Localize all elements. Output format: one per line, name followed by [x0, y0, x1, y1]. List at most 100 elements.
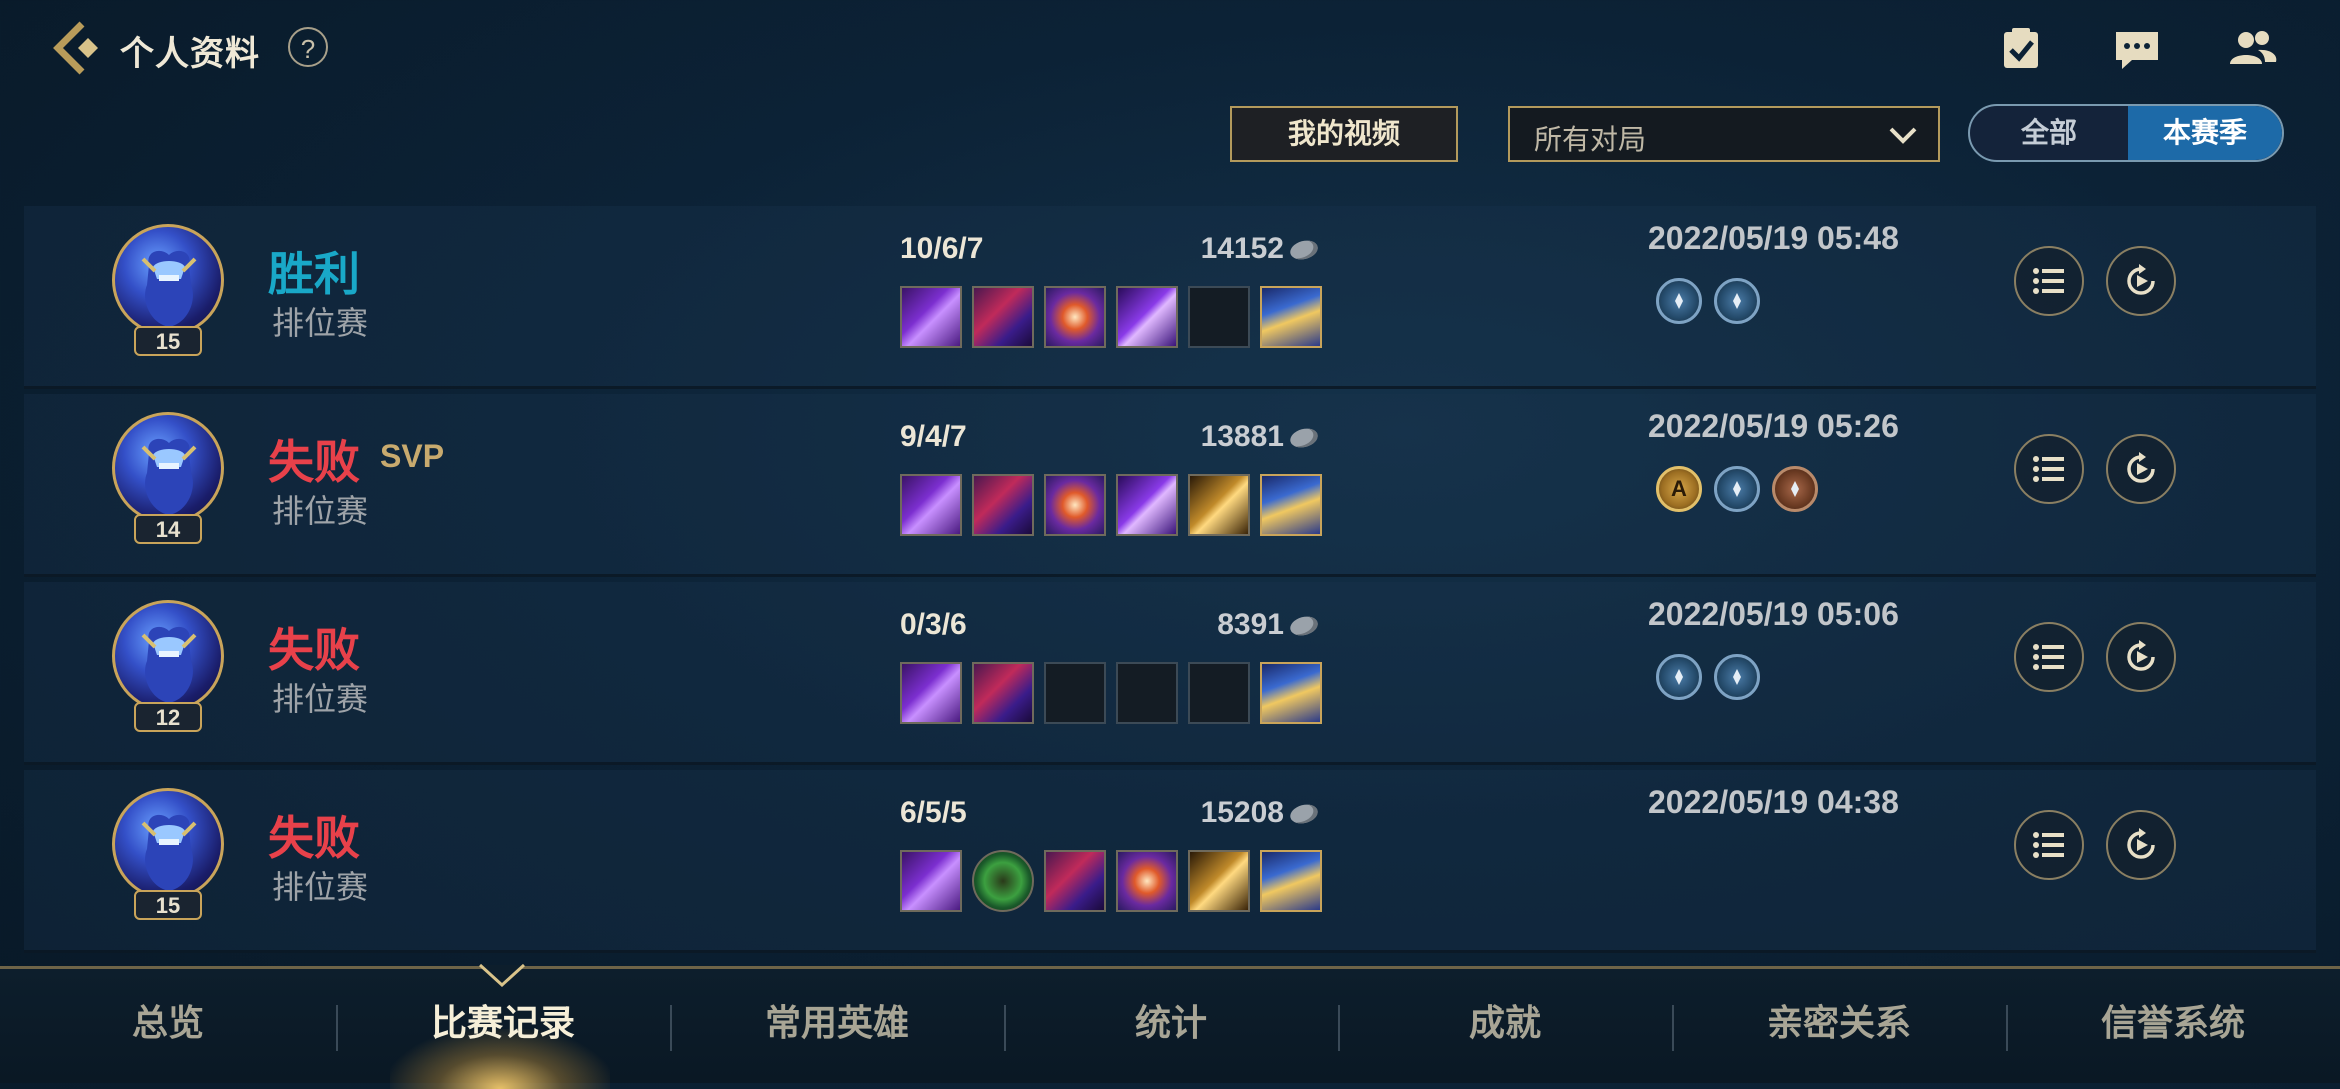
rune-glyph-icon — [1791, 481, 1799, 497]
purple-cube-item-icon[interactable] — [1116, 286, 1178, 348]
toggle-this-season[interactable]: 本赛季 — [2128, 106, 2282, 160]
gold-hammer-item-icon[interactable] — [1188, 850, 1250, 912]
match-result: 胜利 — [268, 248, 360, 300]
purple-cloak-item-icon[interactable] — [972, 286, 1034, 348]
svp-badge: SVP — [380, 438, 445, 474]
replay-button[interactable] — [2106, 246, 2176, 316]
help-button[interactable]: ? — [288, 27, 328, 67]
toggle-all[interactable]: 全部 — [1970, 106, 2128, 160]
replay-icon — [2127, 452, 2155, 483]
hero-level-badge: 15 — [134, 890, 202, 920]
trinket-item-icon[interactable] — [1260, 662, 1322, 724]
kda-score: 9/4/7 — [900, 420, 967, 453]
nav-reputation[interactable]: 信誉系统 — [2006, 969, 2340, 1083]
match-row[interactable]: 14 失败 SVP 排位赛 9/4/7 13881 2022/05/19 05:26 A — [24, 394, 2316, 577]
empty-item-slot[interactable] — [1188, 286, 1250, 348]
gold-value: 14152 — [1200, 232, 1284, 265]
summoner-spell-icon — [1714, 654, 1760, 700]
match-row[interactable]: 12 失败 排位赛 0/3/6 8391 2022/05/19 05:06 — [24, 582, 2316, 765]
match-result: 失败 — [268, 624, 360, 676]
purple-blade-item-icon[interactable] — [900, 286, 962, 348]
match-result: 失败 — [268, 436, 360, 488]
match-datetime: 2022/05/19 04:38 — [1648, 784, 1899, 820]
coin-icon — [1288, 613, 1320, 639]
gold-value: 13881 — [1200, 420, 1284, 453]
match-details-button[interactable] — [2014, 810, 2084, 880]
rune-glyph-icon — [1733, 669, 1741, 685]
nav-match-history[interactable]: 比赛记录 — [336, 969, 670, 1083]
purple-blade-item-icon[interactable] — [900, 662, 962, 724]
green-compass-item-icon[interactable] — [972, 850, 1034, 912]
friends-icon[interactable] — [2228, 24, 2278, 74]
nav-statistics[interactable]: 统计 — [1004, 969, 1338, 1083]
hero-figure-icon — [141, 626, 197, 703]
replay-button[interactable] — [2106, 810, 2176, 880]
empty-item-slot[interactable] — [1044, 662, 1106, 724]
coin-icon — [1288, 425, 1320, 451]
chevron-down-icon — [1889, 127, 1917, 144]
match-details-button[interactable] — [2014, 246, 2084, 316]
empty-item-slot[interactable] — [1188, 662, 1250, 724]
hero-figure-icon — [141, 814, 197, 891]
purple-cloak-item-icon[interactable] — [1044, 850, 1106, 912]
list-icon — [2033, 832, 2064, 858]
gold-earned: 8391 — [1104, 608, 1320, 642]
purple-cloak-item-icon[interactable] — [972, 662, 1034, 724]
orb-burst-item-icon[interactable] — [1044, 286, 1106, 348]
replay-button[interactable] — [2106, 434, 2176, 504]
replay-icon — [2127, 264, 2155, 295]
gold-value: 15208 — [1200, 796, 1284, 829]
hero-figure-icon — [141, 438, 197, 515]
gold-earned: 14152 — [1104, 232, 1320, 266]
match-mode: 排位赛 — [272, 305, 369, 341]
replay-icon — [2127, 828, 2155, 859]
purple-cube-item-icon[interactable] — [1116, 474, 1178, 536]
list-icon — [2033, 644, 2064, 670]
trinket-item-icon[interactable] — [1260, 286, 1322, 348]
hero-avatar[interactable] — [112, 788, 224, 900]
match-row[interactable]: 15 胜利 排位赛 10/6/7 14152 2022/05/19 05:48 — [24, 206, 2316, 389]
match-mode: 排位赛 — [272, 681, 369, 717]
my-video-button[interactable]: 我的视频 — [1230, 106, 1458, 162]
hero-level-badge: 14 — [134, 514, 202, 544]
kda-score: 6/5/5 — [900, 796, 967, 829]
trinket-item-icon[interactable] — [1260, 850, 1322, 912]
match-filter-value: 所有对局 — [1534, 124, 1647, 155]
nav-relationships[interactable]: 亲密关系 — [1672, 969, 2006, 1083]
gold-earned: 15208 — [1104, 796, 1320, 830]
match-filter-dropdown[interactable]: 所有对局 — [1508, 106, 1940, 162]
season-toggle[interactable]: 全部 本赛季 — [1968, 104, 2284, 162]
hero-avatar[interactable] — [112, 412, 224, 524]
empty-item-slot[interactable] — [1116, 662, 1178, 724]
hero-figure-icon — [141, 250, 197, 327]
nav-common-heroes[interactable]: 常用英雄 — [670, 969, 1004, 1083]
trinket-item-icon[interactable] — [1260, 474, 1322, 536]
replay-button[interactable] — [2106, 622, 2176, 692]
purple-cloak-item-icon[interactable] — [972, 474, 1034, 536]
match-row[interactable]: 15 失败 排位赛 6/5/5 15208 2022/05/19 04:38 — [24, 770, 2316, 953]
rank-rune-icon: A — [1656, 466, 1702, 512]
coin-icon — [1288, 237, 1320, 263]
back-arrow-icon[interactable] — [48, 18, 108, 78]
hero-avatar[interactable] — [112, 224, 224, 336]
top-bar: 个人资料 ? — [0, 0, 2340, 100]
orb-burst-item-icon[interactable] — [1044, 474, 1106, 536]
match-details-button[interactable] — [2014, 434, 2084, 504]
hero-level-badge: 12 — [134, 702, 202, 732]
nav-achievements[interactable]: 成就 — [1338, 969, 1672, 1083]
list-icon — [2033, 268, 2064, 294]
gold-hammer-item-icon[interactable] — [1188, 474, 1250, 536]
coin-icon — [1288, 801, 1320, 827]
checklist-icon[interactable] — [1996, 24, 2046, 74]
orb-burst-item-icon[interactable] — [1116, 850, 1178, 912]
list-icon — [2033, 456, 2064, 482]
purple-blade-item-icon[interactable] — [900, 850, 962, 912]
hero-avatar[interactable] — [112, 600, 224, 712]
match-result: 失败 — [268, 812, 360, 864]
summoner-spell-icon — [1714, 278, 1760, 324]
chat-icon[interactable] — [2112, 24, 2162, 74]
match-details-button[interactable] — [2014, 622, 2084, 692]
nav-overview[interactable]: 总览 — [0, 969, 336, 1083]
hero-level-badge: 15 — [134, 326, 202, 356]
purple-blade-item-icon[interactable] — [900, 474, 962, 536]
